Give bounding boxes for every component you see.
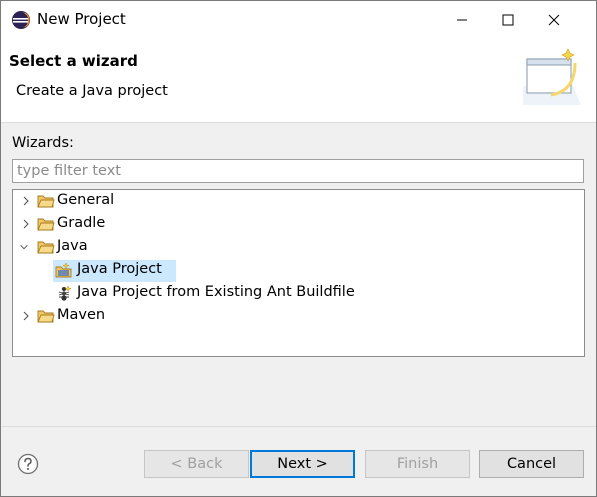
footer-divider xyxy=(1,426,596,427)
wizard-tree[interactable]: General Gradle Java Java Project Java Pr… xyxy=(12,189,585,357)
back-button[interactable]: < Back xyxy=(144,450,249,478)
tree-item-java-project-ant[interactable]: Java Project from Existing Ant Buildfile xyxy=(13,283,584,305)
wizard-banner: Select a wizard Create a Java project xyxy=(1,39,596,123)
tree-item-general[interactable]: General xyxy=(13,191,584,213)
maximize-icon xyxy=(502,14,514,26)
new-project-dialog: New Project Select a wizard Create a Jav… xyxy=(0,0,597,497)
wizards-label: Wizards: xyxy=(12,135,74,151)
tree-item-gradle[interactable]: Gradle xyxy=(13,214,584,236)
cancel-button[interactable]: Cancel xyxy=(479,450,584,478)
tree-item-label: Gradle xyxy=(57,215,106,231)
chevron-right-icon[interactable] xyxy=(21,218,31,230)
folder-icon xyxy=(37,218,55,231)
chevron-right-icon[interactable] xyxy=(21,195,31,207)
maximize-button[interactable] xyxy=(485,1,531,39)
tree-item-java-project[interactable]: Java Project xyxy=(13,260,584,282)
folder-icon xyxy=(37,310,55,323)
new-wizard-graphic-icon xyxy=(523,48,581,105)
minimize-icon xyxy=(457,19,467,21)
java-project-icon xyxy=(55,262,72,278)
tree-item-label: General xyxy=(57,192,115,208)
eclipse-icon xyxy=(12,11,30,29)
banner-description: Create a Java project xyxy=(16,83,168,99)
tree-item-label: Java xyxy=(57,238,88,254)
window-title: New Project xyxy=(37,10,126,28)
folder-open-icon xyxy=(37,241,55,254)
tree-item-label: Java Project from Existing Ant Buildfile xyxy=(77,284,355,300)
chevron-down-icon[interactable] xyxy=(19,241,29,253)
close-button[interactable] xyxy=(531,1,577,39)
title-bar: New Project xyxy=(1,1,596,39)
help-icon[interactable] xyxy=(17,453,39,475)
tree-item-label: Java Project xyxy=(77,261,162,277)
filter-input[interactable] xyxy=(12,159,584,183)
tree-item-label: Maven xyxy=(57,307,106,323)
close-icon xyxy=(548,14,560,26)
ant-icon xyxy=(58,285,72,301)
tree-item-maven[interactable]: Maven xyxy=(13,306,584,328)
minimize-button[interactable] xyxy=(439,1,485,39)
banner-title: Select a wizard xyxy=(9,52,138,70)
tree-item-java[interactable]: Java xyxy=(13,237,584,259)
folder-icon xyxy=(37,195,55,208)
chevron-right-icon[interactable] xyxy=(21,310,31,322)
next-button[interactable]: Next > xyxy=(250,450,355,478)
finish-button[interactable]: Finish xyxy=(365,450,470,478)
